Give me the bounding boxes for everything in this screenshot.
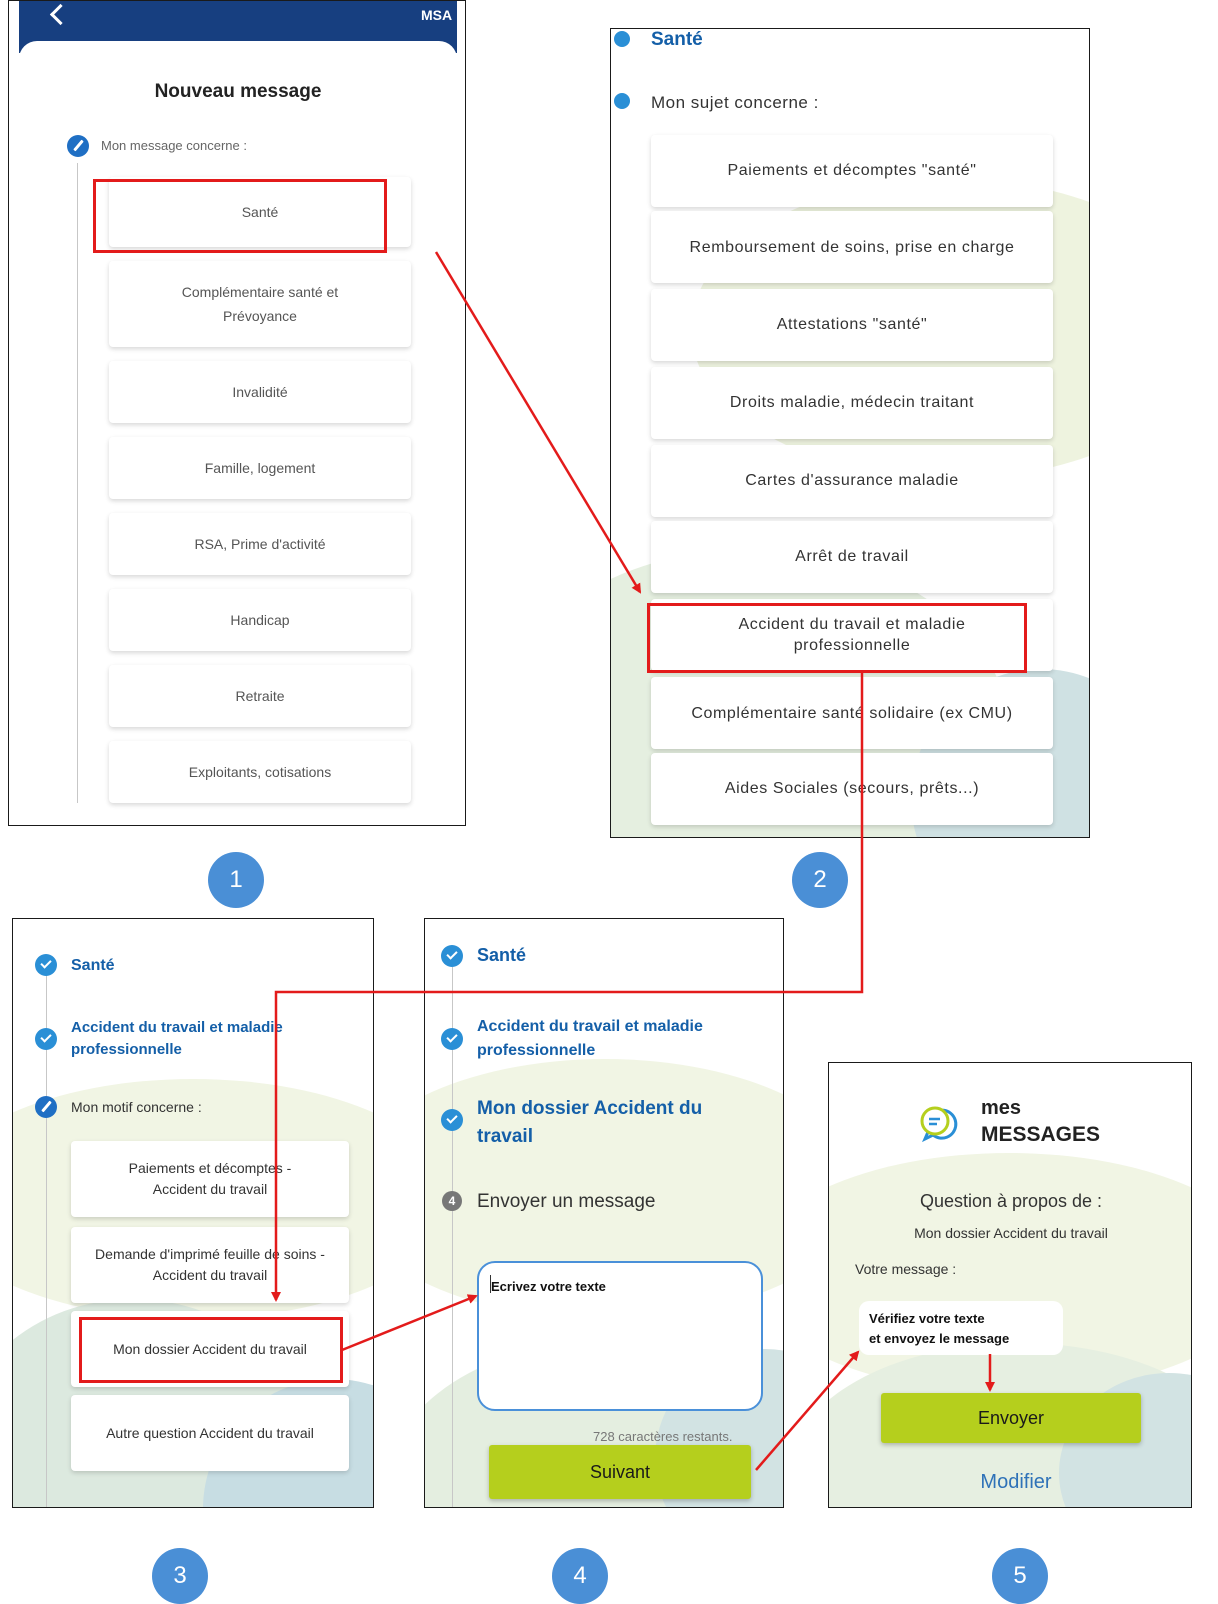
check-icon — [35, 954, 57, 976]
step-badge-3: 3 — [152, 1548, 208, 1604]
check-hint-line-2: et envoyez le message — [869, 1331, 1010, 1346]
option-aides-sociales[interactable]: Aides Sociales (secours, prêts...) — [651, 753, 1053, 825]
check-icon — [441, 1109, 463, 1131]
edit-icon — [67, 135, 89, 157]
option-handicap[interactable]: Handicap — [109, 589, 411, 651]
option-retraite[interactable]: Retraite — [109, 665, 411, 727]
textarea-hint: Ecrivez votre texte — [491, 1279, 606, 1294]
brand-mes: mes — [981, 1097, 1022, 1119]
panel-5-confirm: mes MESSAGES Question à propos de : Mon … — [828, 1062, 1192, 1508]
msa-logo: MSA — [421, 7, 453, 23]
chars-remaining: 728 caractères restants. — [593, 1429, 733, 1444]
check-icon — [441, 1028, 463, 1050]
panel-4-envoyer: Santé Accident du travail et maladie pro… — [424, 918, 784, 1508]
step-line — [77, 163, 78, 803]
step-sante: Santé — [477, 945, 527, 965]
option-famille[interactable]: Famille, logement — [109, 437, 411, 499]
option-arret-travail[interactable]: Arrêt de travail — [651, 521, 1053, 593]
option-remboursement[interactable]: Remboursement de soins, prise en charge — [651, 211, 1053, 283]
step-accident: Accident du travail et maladie professio… — [71, 1019, 283, 1058]
check-hint-line-1: Vérifiez votre texte — [869, 1311, 985, 1326]
step-sante: Santé — [651, 29, 703, 50]
check-icon — [441, 945, 463, 967]
option-droits-maladie[interactable]: Droits maladie, médecin traitant — [651, 367, 1053, 439]
suivant-button[interactable]: Suivant — [489, 1445, 751, 1499]
envoyer-button[interactable]: Envoyer — [881, 1393, 1141, 1443]
step-envoyer: Envoyer un message — [477, 1191, 656, 1212]
subtitle: Mon motif concerne : — [71, 1099, 202, 1115]
step-badge-1: 1 — [208, 852, 264, 908]
option-complementaire[interactable]: Complémentaire santé et Prévoyance — [109, 261, 411, 347]
page-title: Nouveau message — [154, 81, 322, 102]
option-exploitants[interactable]: Exploitants, cotisations — [109, 741, 411, 803]
text-cursor — [490, 1275, 491, 1293]
step-sante: Santé — [71, 957, 115, 974]
step-badge-2: 2 — [792, 852, 848, 908]
highlight-accident — [647, 603, 1027, 673]
message-label: Votre message : — [855, 1261, 957, 1277]
highlight-mon-dossier — [79, 1317, 343, 1383]
option-autre-question[interactable]: Autre question Accident du travail — [71, 1395, 349, 1471]
question-title: Question à propos de : — [919, 1191, 1103, 1211]
step-dot-icon — [614, 31, 630, 47]
highlight-sante — [93, 179, 387, 253]
check-icon — [35, 1028, 57, 1050]
check-hint-box: Vérifiez votre texte et envoyez le messa… — [859, 1301, 1063, 1355]
modifier-link[interactable]: Modifier — [829, 1471, 1191, 1494]
panel-1-new-message: MSA Nouveau message Mon message concerne… — [8, 0, 466, 826]
question-subject: Mon dossier Accident du travail — [914, 1225, 1108, 1241]
panel-3-motif: Santé Accident du travail et maladie pro… — [12, 918, 374, 1508]
step-4-badge: 4 — [442, 1191, 462, 1211]
step-mon-dossier: Mon dossier Accident du travail — [477, 1098, 703, 1147]
brand-messages: MESSAGES — [981, 1123, 1101, 1146]
message-textarea[interactable]: Ecrivez votre texte — [477, 1261, 763, 1411]
subtitle: Mon message concerne : — [101, 138, 247, 153]
step-accident: Accident du travail et maladie professio… — [477, 1018, 703, 1059]
option-cartes-assurance[interactable]: Cartes d'assurance maladie — [651, 445, 1053, 517]
step-badge-4: 4 — [552, 1548, 608, 1604]
panel-2-subject: Santé Mon sujet concerne : Paiements et … — [610, 28, 1090, 838]
step-dot-icon — [614, 93, 630, 109]
step-badge-5: 5 — [992, 1548, 1048, 1604]
option-invalidite[interactable]: Invalidité — [109, 361, 411, 423]
option-paiements-sante[interactable]: Paiements et décomptes "santé" — [651, 135, 1053, 207]
option-complementaire-solidaire[interactable]: Complémentaire santé solidaire (ex CMU) — [651, 677, 1053, 749]
subtitle: Mon sujet concerne : — [651, 93, 819, 112]
option-paiements-accident[interactable]: Paiements et décomptes - Accident du tra… — [71, 1141, 349, 1217]
edit-icon — [35, 1096, 57, 1118]
option-rsa[interactable]: RSA, Prime d'activité — [109, 513, 411, 575]
option-attestations[interactable]: Attestations "santé" — [651, 289, 1053, 361]
chat-bubbles-icon — [915, 1103, 963, 1143]
option-imprime-feuille[interactable]: Demande d'imprimé feuille de soins - Acc… — [71, 1227, 349, 1303]
